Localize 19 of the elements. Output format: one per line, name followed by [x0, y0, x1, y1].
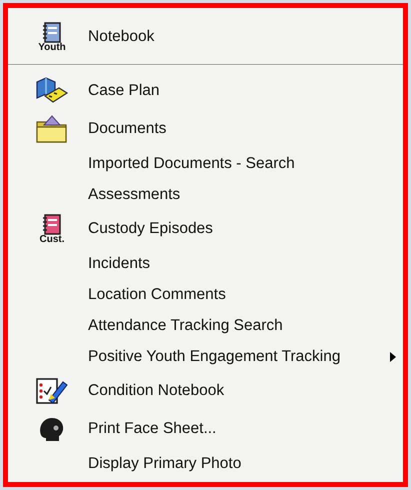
menu-item[interactable]: Condition Notebook — [8, 372, 403, 410]
notebook-icon — [41, 22, 63, 44]
menu-item[interactable]: Location Comments — [8, 279, 403, 310]
menu-item[interactable]: Assessments — [8, 179, 403, 210]
menu-item[interactable]: Youth Notebook — [8, 12, 403, 62]
notebook-icon — [41, 214, 63, 236]
menu-item[interactable]: Cust. Custody Episodes — [8, 210, 403, 248]
icon-caption: Youth — [38, 42, 66, 52]
menu-item[interactable]: Case Plan — [8, 72, 403, 110]
icon-caption: Cust. — [40, 234, 64, 244]
menu-item[interactable]: Display Primary Photo — [8, 448, 403, 479]
menu-item[interactable]: Attendance Tracking Search — [8, 310, 403, 341]
menu-item[interactable]: Documents — [8, 110, 403, 148]
menu-item[interactable]: Imported Documents - Search — [8, 148, 403, 179]
folder-icon — [35, 114, 69, 144]
menu-item[interactable]: Positive Youth Engagement Tracking — [8, 341, 403, 372]
menu-item[interactable]: Incidents — [8, 248, 403, 279]
menu-item[interactable]: Print Face Sheet... — [8, 410, 403, 448]
checklist-pencil-icon — [35, 376, 69, 406]
